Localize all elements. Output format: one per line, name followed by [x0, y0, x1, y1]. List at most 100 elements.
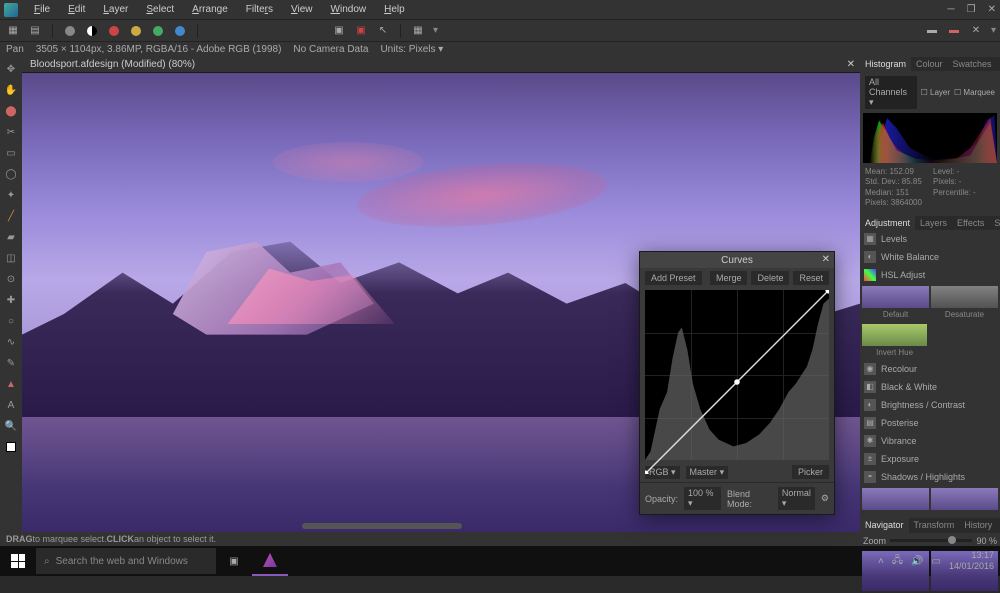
snap-icon[interactable]: ▦ [409, 22, 427, 40]
opacity-field[interactable]: 100 % ▾ [684, 487, 721, 510]
adj-brightness[interactable]: ◐Brightness / Contrast [860, 396, 1000, 414]
reset-button[interactable]: Reset [793, 271, 829, 285]
pen-tool-icon[interactable]: ✎ [3, 355, 19, 371]
selection-brush-icon[interactable]: ◯ [3, 166, 19, 182]
menu-view[interactable]: View [283, 2, 321, 17]
preset-desaturate[interactable]: Desaturate [931, 286, 998, 308]
flood-select-icon[interactable]: ✦ [3, 187, 19, 203]
color-picker-icon[interactable]: ⬤ [3, 103, 19, 119]
document-tab[interactable]: Bloodsport.afdesign (Modified) (80%) ✕ [22, 57, 860, 73]
tab-history[interactable]: History [959, 518, 997, 533]
adj-recolour[interactable]: ◉Recolour [860, 360, 1000, 378]
horizontal-scrollbar[interactable] [302, 523, 462, 529]
menu-help[interactable]: Help [376, 2, 413, 17]
menu-file[interactable]: File [26, 2, 58, 17]
arrow-icon[interactable]: ↖ [374, 22, 392, 40]
tab-effects[interactable]: Effects [952, 216, 989, 230]
tray-volume-icon[interactable]: 🔊 [911, 556, 923, 567]
context-infobar: Pan 3505 × 1104px, 3.86MP, RGBA/16 - Ado… [0, 41, 1000, 57]
clone-tool-icon[interactable]: ⊙ [3, 271, 19, 287]
add-preset-button[interactable]: Add Preset [645, 271, 702, 285]
tab-swatches[interactable]: Swatches [948, 57, 997, 71]
close-icon[interactable]: ✕ [988, 4, 996, 15]
adj-levels[interactable]: ▦Levels [860, 230, 1000, 248]
new-doc-icon[interactable]: ▦ [4, 22, 22, 40]
menu-layer[interactable]: Layer [95, 2, 136, 17]
histogram-channel-dropdown[interactable]: All Channels ▾ [865, 76, 917, 109]
tray-up-icon[interactable]: ˄ [878, 556, 884, 567]
swatch-red-icon[interactable] [105, 22, 123, 40]
minimize-icon[interactable]: ─ [948, 4, 955, 15]
curves-graph[interactable] [645, 290, 829, 460]
adj-vibrance[interactable]: ✱Vibrance [860, 432, 1000, 450]
zoom-value[interactable]: 90 % [976, 536, 997, 546]
adj-hsl[interactable]: HSL Adjust [860, 266, 1000, 284]
swatch-blue-icon[interactable] [171, 22, 189, 40]
taskbar: ⌕ Search the web and Windows ▣ ˄ 🖧 🔊 ▭ 1… [0, 546, 1000, 576]
adj-bw[interactable]: ◧Black & White [860, 378, 1000, 396]
preset-default[interactable]: Default [862, 286, 929, 308]
brush-tool-icon[interactable]: ╱ [3, 208, 19, 224]
hand-tool-icon[interactable]: ✋ [3, 82, 19, 98]
zoom-slider[interactable] [890, 539, 972, 542]
adj-shadows[interactable]: ◓Shadows / Highlights [860, 468, 1000, 486]
tab-styles[interactable]: Styles [989, 216, 1000, 230]
tray-action-icon[interactable]: ▭ [932, 556, 941, 567]
taskbar-app-affinity[interactable] [252, 546, 288, 576]
adj-posterise[interactable]: ▤Posterise [860, 414, 1000, 432]
assist-3-icon[interactable]: ✕ [967, 22, 985, 40]
marquee-tool-icon[interactable]: ▭ [3, 145, 19, 161]
curves-titlebar[interactable]: Curves ✕ [640, 252, 834, 268]
heal-tool-icon[interactable]: ✚ [3, 292, 19, 308]
split-circle-icon[interactable] [83, 22, 101, 40]
tab-colour[interactable]: Colour [911, 57, 948, 71]
color-circle-icon[interactable] [61, 22, 79, 40]
start-button[interactable] [0, 546, 36, 576]
tab-brushes[interactable]: Brushes [997, 57, 1000, 71]
tab-layers[interactable]: Layers [915, 216, 952, 230]
preset-thumb-1[interactable] [862, 488, 929, 510]
dodge-tool-icon[interactable]: ○ [3, 313, 19, 329]
redmask-icon[interactable]: ▣ [352, 22, 370, 40]
menu-window[interactable]: Window [323, 2, 375, 17]
task-view-icon[interactable]: ▣ [216, 546, 252, 576]
assist-2-icon[interactable]: ▬ [945, 22, 963, 40]
tab-transform[interactable]: Transform [909, 518, 960, 533]
shape-tool-icon[interactable]: ▲ [3, 376, 19, 392]
move-tool-icon[interactable]: ✥ [3, 61, 19, 77]
swatch-fg-icon[interactable] [3, 439, 19, 455]
adj-white-balance[interactable]: ◐White Balance [860, 248, 1000, 266]
swatch-amber-icon[interactable] [127, 22, 145, 40]
quickmask-icon[interactable]: ▣ [330, 22, 348, 40]
menu-arrange[interactable]: Arrange [184, 2, 236, 17]
adj-exposure[interactable]: ±Exposure [860, 450, 1000, 468]
zoom-tool-icon[interactable]: 🔍 [3, 418, 19, 434]
tab-adjustment[interactable]: Adjustment [860, 216, 915, 230]
gear-icon[interactable]: ⚙ [821, 493, 829, 504]
assist-1-icon[interactable]: ▬ [923, 22, 941, 40]
tab-close-icon[interactable]: ✕ [847, 59, 855, 70]
preset-thumb-2[interactable] [931, 488, 998, 510]
search-box[interactable]: ⌕ Search the web and Windows [36, 548, 216, 574]
histogram-display [863, 113, 997, 163]
maximize-icon[interactable]: ❐ [967, 4, 976, 15]
menu-filters[interactable]: Filters [238, 2, 281, 17]
swatch-green-icon[interactable] [149, 22, 167, 40]
preset-invert-hue[interactable]: Invert Hue [862, 324, 927, 346]
text-tool-icon[interactable]: A [3, 397, 19, 413]
layers-icon[interactable]: ▤ [26, 22, 44, 40]
blend-dropdown[interactable]: Normal ▾ [778, 487, 815, 510]
delete-button[interactable]: Delete [751, 271, 789, 285]
clock[interactable]: 13:17 14/01/2016 [949, 550, 994, 572]
tray-network-icon[interactable]: 🖧 [892, 553, 903, 570]
tab-navigator[interactable]: Navigator [860, 518, 909, 533]
menu-edit[interactable]: Edit [60, 2, 93, 17]
smudge-tool-icon[interactable]: ∿ [3, 334, 19, 350]
crop-tool-icon[interactable]: ✂ [3, 124, 19, 140]
fill-tool-icon[interactable]: ▰ [3, 229, 19, 245]
curves-close-icon[interactable]: ✕ [822, 254, 830, 265]
menu-select[interactable]: Select [138, 2, 182, 17]
eraser-tool-icon[interactable]: ◫ [3, 250, 19, 266]
merge-button[interactable]: Merge [710, 271, 748, 285]
tab-histogram[interactable]: Histogram [860, 57, 911, 71]
